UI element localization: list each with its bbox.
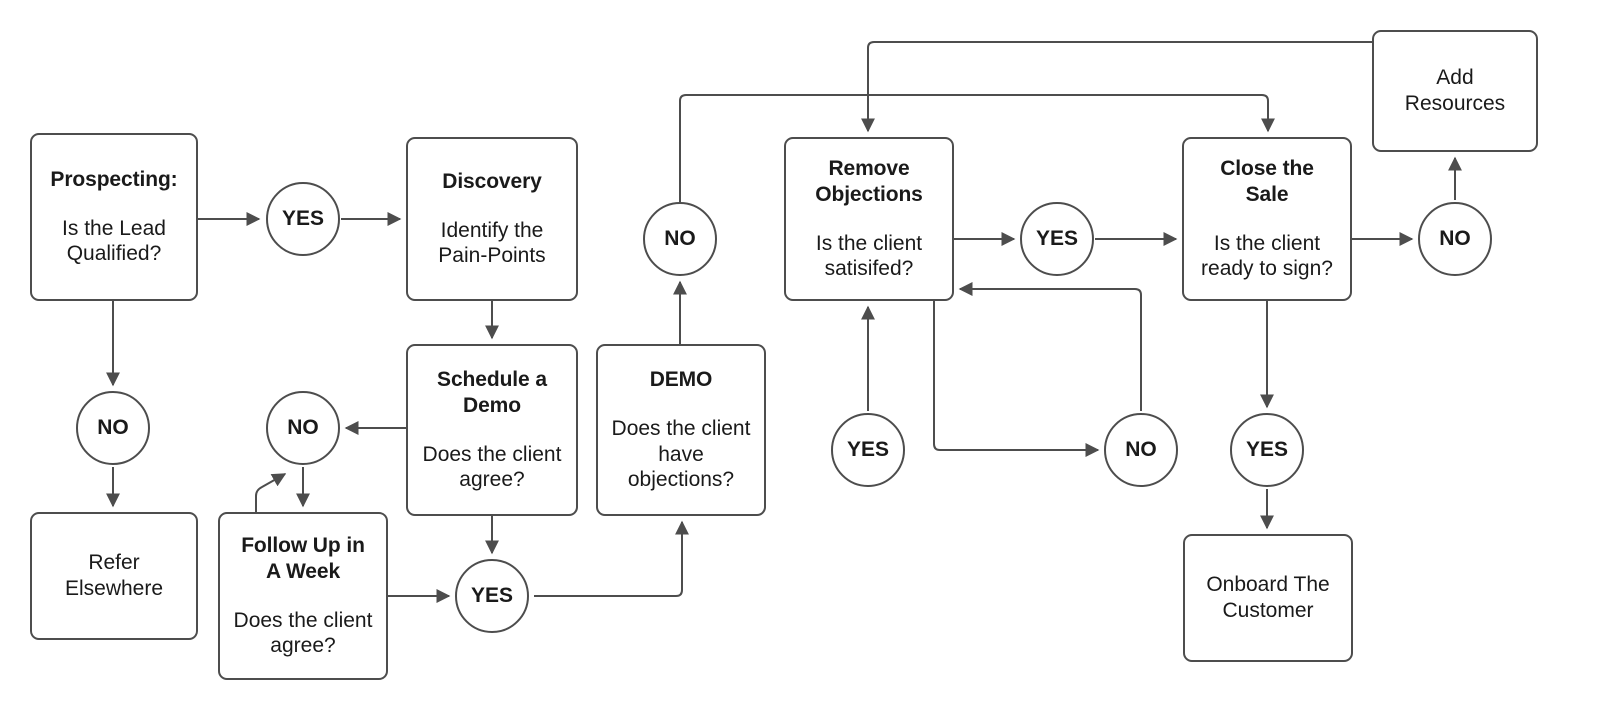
- node-prospecting-title: Prospecting:: [50, 168, 178, 192]
- decision-prospecting-no-label: NO: [97, 416, 129, 439]
- node-demo-body: Does the client have objections?: [611, 416, 751, 492]
- node-discovery-body: Identify the Pain-Points: [438, 218, 546, 268]
- edge-removeobjections-to-no: [933, 301, 1100, 457]
- decision-close-no[interactable]: NO: [1418, 202, 1492, 276]
- node-onboard-customer[interactable]: Onboard The Customer: [1183, 534, 1353, 662]
- decision-prospecting-yes[interactable]: YES: [266, 182, 340, 256]
- node-follow-up-body: Does the client agree?: [233, 608, 373, 658]
- node-demo[interactable]: DEMO Does the client have objections?: [596, 344, 766, 516]
- edge-addresources-to-removeobjections: [861, 41, 1372, 133]
- node-remove-objections-title: Remove Objections: [815, 157, 923, 206]
- decision-objections-yes[interactable]: YES: [1020, 202, 1094, 276]
- node-onboard-customer-body: Onboard The Customer: [1206, 573, 1330, 622]
- decision-close-yes-label: YES: [1245, 438, 1289, 461]
- flowchart-canvas: Prospecting: Is the Lead Qualified? YES …: [0, 0, 1600, 716]
- node-discovery[interactable]: Discovery Identify the Pain-Points: [406, 137, 578, 301]
- node-schedule-demo-body: Does the client agree?: [422, 442, 562, 492]
- node-close-the-sale-body: Is the client ready to sign?: [1201, 231, 1333, 281]
- node-refer-elsewhere-body: Refer Elsewhere: [64, 551, 164, 600]
- node-schedule-demo[interactable]: Schedule a Demo Does the client agree?: [406, 344, 578, 516]
- decision-objections-no-label: NO: [1125, 438, 1157, 461]
- node-demo-title: DEMO: [649, 368, 713, 392]
- node-close-the-sale-title: Close the Sale: [1220, 157, 1314, 206]
- decision-prospecting-yes-label: YES: [281, 207, 325, 230]
- decision-schedule-yes-label: YES: [470, 584, 514, 607]
- decision-objections-yes-label: YES: [1035, 227, 1079, 250]
- node-add-resources[interactable]: Add Resources: [1372, 30, 1538, 152]
- node-add-resources-body: Add Resources: [1404, 66, 1506, 115]
- decision-schedule-no-label: NO: [287, 416, 319, 439]
- edge-yes-to-demo: [534, 520, 689, 597]
- node-discovery-title: Discovery: [442, 170, 542, 194]
- node-close-the-sale[interactable]: Close the Sale Is the client ready to si…: [1182, 137, 1352, 301]
- decision-demo-no[interactable]: NO: [643, 202, 717, 276]
- edge-no-back-to-removeobjections: [958, 282, 1142, 411]
- node-remove-objections[interactable]: Remove Objections Is the client satisife…: [784, 137, 954, 301]
- node-remove-objections-body: Is the client satisifed?: [815, 231, 923, 281]
- node-schedule-demo-title: Schedule a Demo: [437, 368, 547, 417]
- node-follow-up[interactable]: Follow Up in A Week Does the client agre…: [218, 512, 388, 680]
- decision-schedule-no[interactable]: NO: [266, 391, 340, 465]
- decision-close-yes[interactable]: YES: [1230, 413, 1304, 487]
- decision-prospecting-no[interactable]: NO: [76, 391, 150, 465]
- node-follow-up-title: Follow Up in A Week: [241, 534, 365, 583]
- decision-objections-no[interactable]: NO: [1104, 413, 1178, 487]
- decision-demo-no-label: NO: [664, 227, 696, 250]
- node-refer-elsewhere[interactable]: Refer Elsewhere: [30, 512, 198, 640]
- node-prospecting[interactable]: Prospecting: Is the Lead Qualified?: [30, 133, 198, 301]
- decision-demo-objections-yes-label: YES: [846, 438, 890, 461]
- edge-demono-to-removeobjections: [679, 94, 1275, 202]
- decision-schedule-yes[interactable]: YES: [455, 559, 529, 633]
- decision-demo-objections-yes[interactable]: YES: [831, 413, 905, 487]
- decision-close-no-label: NO: [1439, 227, 1471, 250]
- node-prospecting-body: Is the Lead Qualified?: [62, 216, 166, 266]
